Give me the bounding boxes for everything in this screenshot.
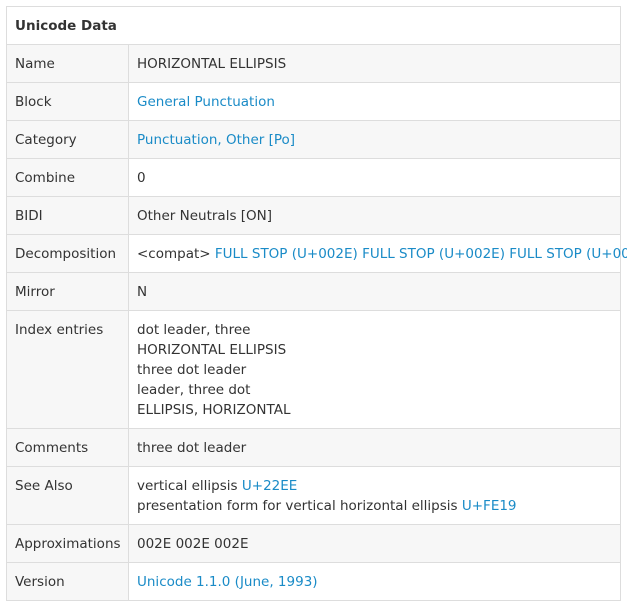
index-entry: three dot leader [137,362,247,378]
row-label: Name [6,44,129,83]
row-mirror: Mirror N [6,272,622,311]
row-decomposition: Decomposition <compat> FULL STOP (U+002E… [6,234,627,273]
row-category: Category Punctuation, Other [Po] [6,120,622,159]
index-entry: leader, three dot [137,382,251,398]
row-label: Version [6,562,129,601]
row-bidi: BIDI Other Neutrals [ON] [6,196,622,235]
decomposition-prefix: <compat> [137,246,211,262]
see-also-item: presentation form for vertical horizonta… [137,496,612,516]
row-label: Comments [6,428,129,467]
row-label: Index entries [6,310,129,429]
decomposition-link[interactable]: FULL STOP (U+002E) [362,246,505,262]
row-label: BIDI [6,196,129,235]
category-link[interactable]: Punctuation, Other [Po] [137,132,295,148]
category-value: Punctuation, Other [Po] [127,120,622,159]
table-caption-row: Unicode Data [5,6,622,45]
row-index-entries: Index entries dot leader, three HORIZONT… [6,310,622,429]
row-label: Approximations [6,524,129,563]
row-label: Mirror [6,272,129,311]
bidi-value: Other Neutrals [ON] [127,196,622,235]
row-see-also: See Also vertical ellipsis U+22EE presen… [6,466,622,525]
row-version: Version Unicode 1.1.0 (June, 1993) [6,562,622,601]
character-name-value: HORIZONTAL ELLIPSIS [127,44,622,83]
approximations-value: 002E 002E 002E [127,524,622,563]
index-entry: HORIZONTAL ELLIPSIS [137,342,287,358]
decomposition-link[interactable]: FULL STOP (U+002E) [509,246,627,262]
row-label: Category [6,120,129,159]
decomposition-link[interactable]: FULL STOP (U+002E) [215,246,358,262]
version-link[interactable]: Unicode 1.1.0 (June, 1993) [137,574,318,590]
see-also-link[interactable]: U+22EE [242,478,297,494]
row-label: Combine [6,158,129,197]
see-also-link[interactable]: U+FE19 [462,498,517,514]
unicode-data-panel: Unicode Data Name HORIZONTAL ELLIPSIS Bl… [5,6,627,601]
table-caption: Unicode Data [5,6,622,45]
see-also-value: vertical ellipsis U+22EE presentation fo… [127,466,622,525]
row-label: Decomposition [6,234,129,273]
index-entry: ELLIPSIS, HORIZONTAL [137,402,291,418]
block-link[interactable]: General Punctuation [137,94,275,110]
unicode-data-table: Unicode Data Name HORIZONTAL ELLIPSIS Bl… [5,6,627,601]
row-name: Name HORIZONTAL ELLIPSIS [6,44,622,83]
row-block: Block General Punctuation [6,82,622,121]
row-label: Block [6,82,129,121]
row-approximations: Approximations 002E 002E 002E [6,524,622,563]
row-label: See Also [6,466,129,525]
row-combine: Combine 0 [6,158,622,197]
combine-value: 0 [127,158,622,197]
row-comments: Comments three dot leader [6,428,622,467]
see-also-text: vertical ellipsis [137,478,238,494]
index-entries-value: dot leader, three HORIZONTAL ELLIPSIS th… [127,310,622,429]
version-value: Unicode 1.1.0 (June, 1993) [127,562,622,601]
mirror-value: N [127,272,622,311]
see-also-item: vertical ellipsis U+22EE [137,476,612,496]
block-value: General Punctuation [127,82,622,121]
comments-value: three dot leader [127,428,622,467]
see-also-text: presentation form for vertical horizonta… [137,498,458,514]
decomposition-value: <compat> FULL STOP (U+002E) FULL STOP (U… [127,234,627,273]
index-entry: dot leader, three [137,322,251,338]
